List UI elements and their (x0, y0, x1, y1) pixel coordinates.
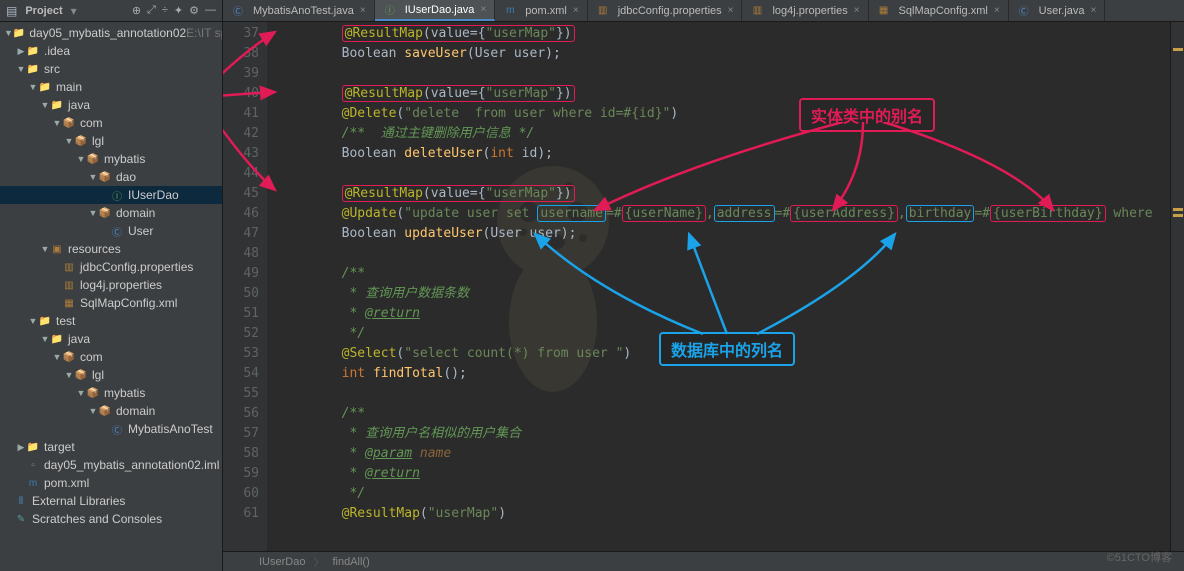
close-icon[interactable]: × (854, 5, 860, 16)
editor-tab[interactable]: ▦SqlMapConfig.xml× (869, 0, 1009, 21)
file-icon: ▥ (750, 4, 764, 18)
toolbar-icon[interactable]: ÷ (162, 4, 168, 17)
tree-item[interactable]: mpom.xml (0, 474, 222, 492)
tree-item[interactable]: ▼📦com (0, 114, 222, 132)
dropdown-icon[interactable]: ▾ (71, 4, 77, 18)
tree-item[interactable]: ✎Scratches and Consoles (0, 510, 222, 528)
sidebar-header: ▤ Project ▾ ⊕ ⤢ ÷ ✦ ⚙ — (0, 0, 222, 22)
tree-item[interactable]: ▼📦mybatis (0, 384, 222, 402)
close-icon[interactable]: × (573, 5, 579, 16)
tree-item[interactable]: ▼📁day05_mybatis_annotation02 E:\IT space (0, 24, 222, 42)
watermark: ©51CTO博客 (1107, 549, 1172, 565)
tree-item[interactable]: ▦SqlMapConfig.xml (0, 294, 222, 312)
file-icon: Ⓒ (231, 4, 245, 18)
editor-tab[interactable]: ▥log4j.properties× (742, 0, 868, 21)
tree-item[interactable]: ▥jdbcConfig.properties (0, 258, 222, 276)
tree-item[interactable]: ▼▣resources (0, 240, 222, 258)
tree-item[interactable]: ▶📁.idea (0, 42, 222, 60)
file-icon: ▦ (877, 4, 891, 18)
annotation-blue-label: 数据库中的列名 (659, 332, 795, 366)
code-area[interactable]: @ResultMap(value={"userMap"}) Boolean sa… (267, 22, 1170, 551)
project-tree[interactable]: ▼📁day05_mybatis_annotation02 E:\IT space… (0, 22, 222, 571)
breadcrumb-method[interactable]: findAll() (332, 556, 369, 568)
right-margin (1170, 22, 1184, 551)
file-icon: Ⓒ (1017, 4, 1031, 18)
sidebar-title: Project (25, 5, 62, 17)
breadcrumb-class[interactable]: IUserDao (259, 556, 305, 568)
tree-item[interactable]: ▼📁java (0, 330, 222, 348)
tree-item[interactable]: ▼📦domain (0, 402, 222, 420)
tree-item[interactable]: ▼📁test (0, 312, 222, 330)
editor-tabs: ⒸMybatisAnoTest.java×ⒾIUserDao.java×mpom… (223, 0, 1184, 22)
toolbar-icon[interactable]: — (205, 4, 216, 17)
tree-item[interactable]: ⒸUser (0, 222, 222, 240)
tree-item[interactable]: ▼📦dao (0, 168, 222, 186)
project-sidebar: ▤ Project ▾ ⊕ ⤢ ÷ ✦ ⚙ — ▼📁day05_mybatis_annot… (0, 0, 223, 571)
tree-item[interactable]: ▼📁main (0, 78, 222, 96)
project-icon: ▤ (6, 4, 17, 18)
close-icon[interactable]: × (480, 4, 486, 15)
toolbar-icon[interactable]: ✦ (174, 4, 183, 17)
tree-item[interactable]: ▼📁src (0, 60, 222, 78)
tree-item[interactable]: ⒾIUserDao (0, 186, 222, 204)
editor-tab[interactable]: ⒾIUserDao.java× (375, 0, 496, 21)
tree-item[interactable]: ▶📁target (0, 438, 222, 456)
breadcrumb[interactable]: IUserDao 〉 findAll() (223, 551, 1184, 571)
tree-item[interactable]: ▼📦domain (0, 204, 222, 222)
close-icon[interactable]: × (360, 5, 366, 16)
tree-item[interactable]: ⒸMybatisAnoTest (0, 420, 222, 438)
tree-item[interactable]: ▼📁java (0, 96, 222, 114)
tree-item[interactable]: ⫴External Libraries (0, 492, 222, 510)
tree-item[interactable]: ▥log4j.properties (0, 276, 222, 294)
editor-tab[interactable]: ⒸMybatisAnoTest.java× (223, 0, 375, 21)
editor-tab[interactable]: mpom.xml× (495, 0, 587, 21)
tree-item[interactable]: ▼📦lgl (0, 366, 222, 384)
file-icon: Ⓘ (383, 3, 397, 17)
line-gutter: 3738394041424344454647484950515253545556… (223, 22, 267, 551)
close-icon[interactable]: × (994, 5, 1000, 16)
file-icon: m (503, 4, 517, 18)
editor-tab[interactable]: ▥jdbcConfig.properties× (588, 0, 743, 21)
close-icon[interactable]: × (728, 5, 734, 16)
tree-item[interactable]: ▫day05_mybatis_annotation02.iml (0, 456, 222, 474)
toolbar-icon[interactable]: ⊕ (132, 4, 141, 17)
tree-item[interactable]: ▼📦mybatis (0, 150, 222, 168)
close-icon[interactable]: × (1091, 5, 1097, 16)
file-icon: ▥ (596, 4, 610, 18)
toolbar-icon[interactable]: ⤢ (147, 4, 156, 17)
code-editor[interactable]: 3738394041424344454647484950515253545556… (223, 22, 1184, 551)
tree-item[interactable]: ▼📦lgl (0, 132, 222, 150)
toolbar-icon[interactable]: ⚙ (189, 4, 199, 17)
editor-tab[interactable]: ⒸUser.java× (1009, 0, 1106, 21)
annotation-pink-label: 实体类中的别名 (799, 98, 935, 132)
tree-item[interactable]: ▼📦com (0, 348, 222, 366)
